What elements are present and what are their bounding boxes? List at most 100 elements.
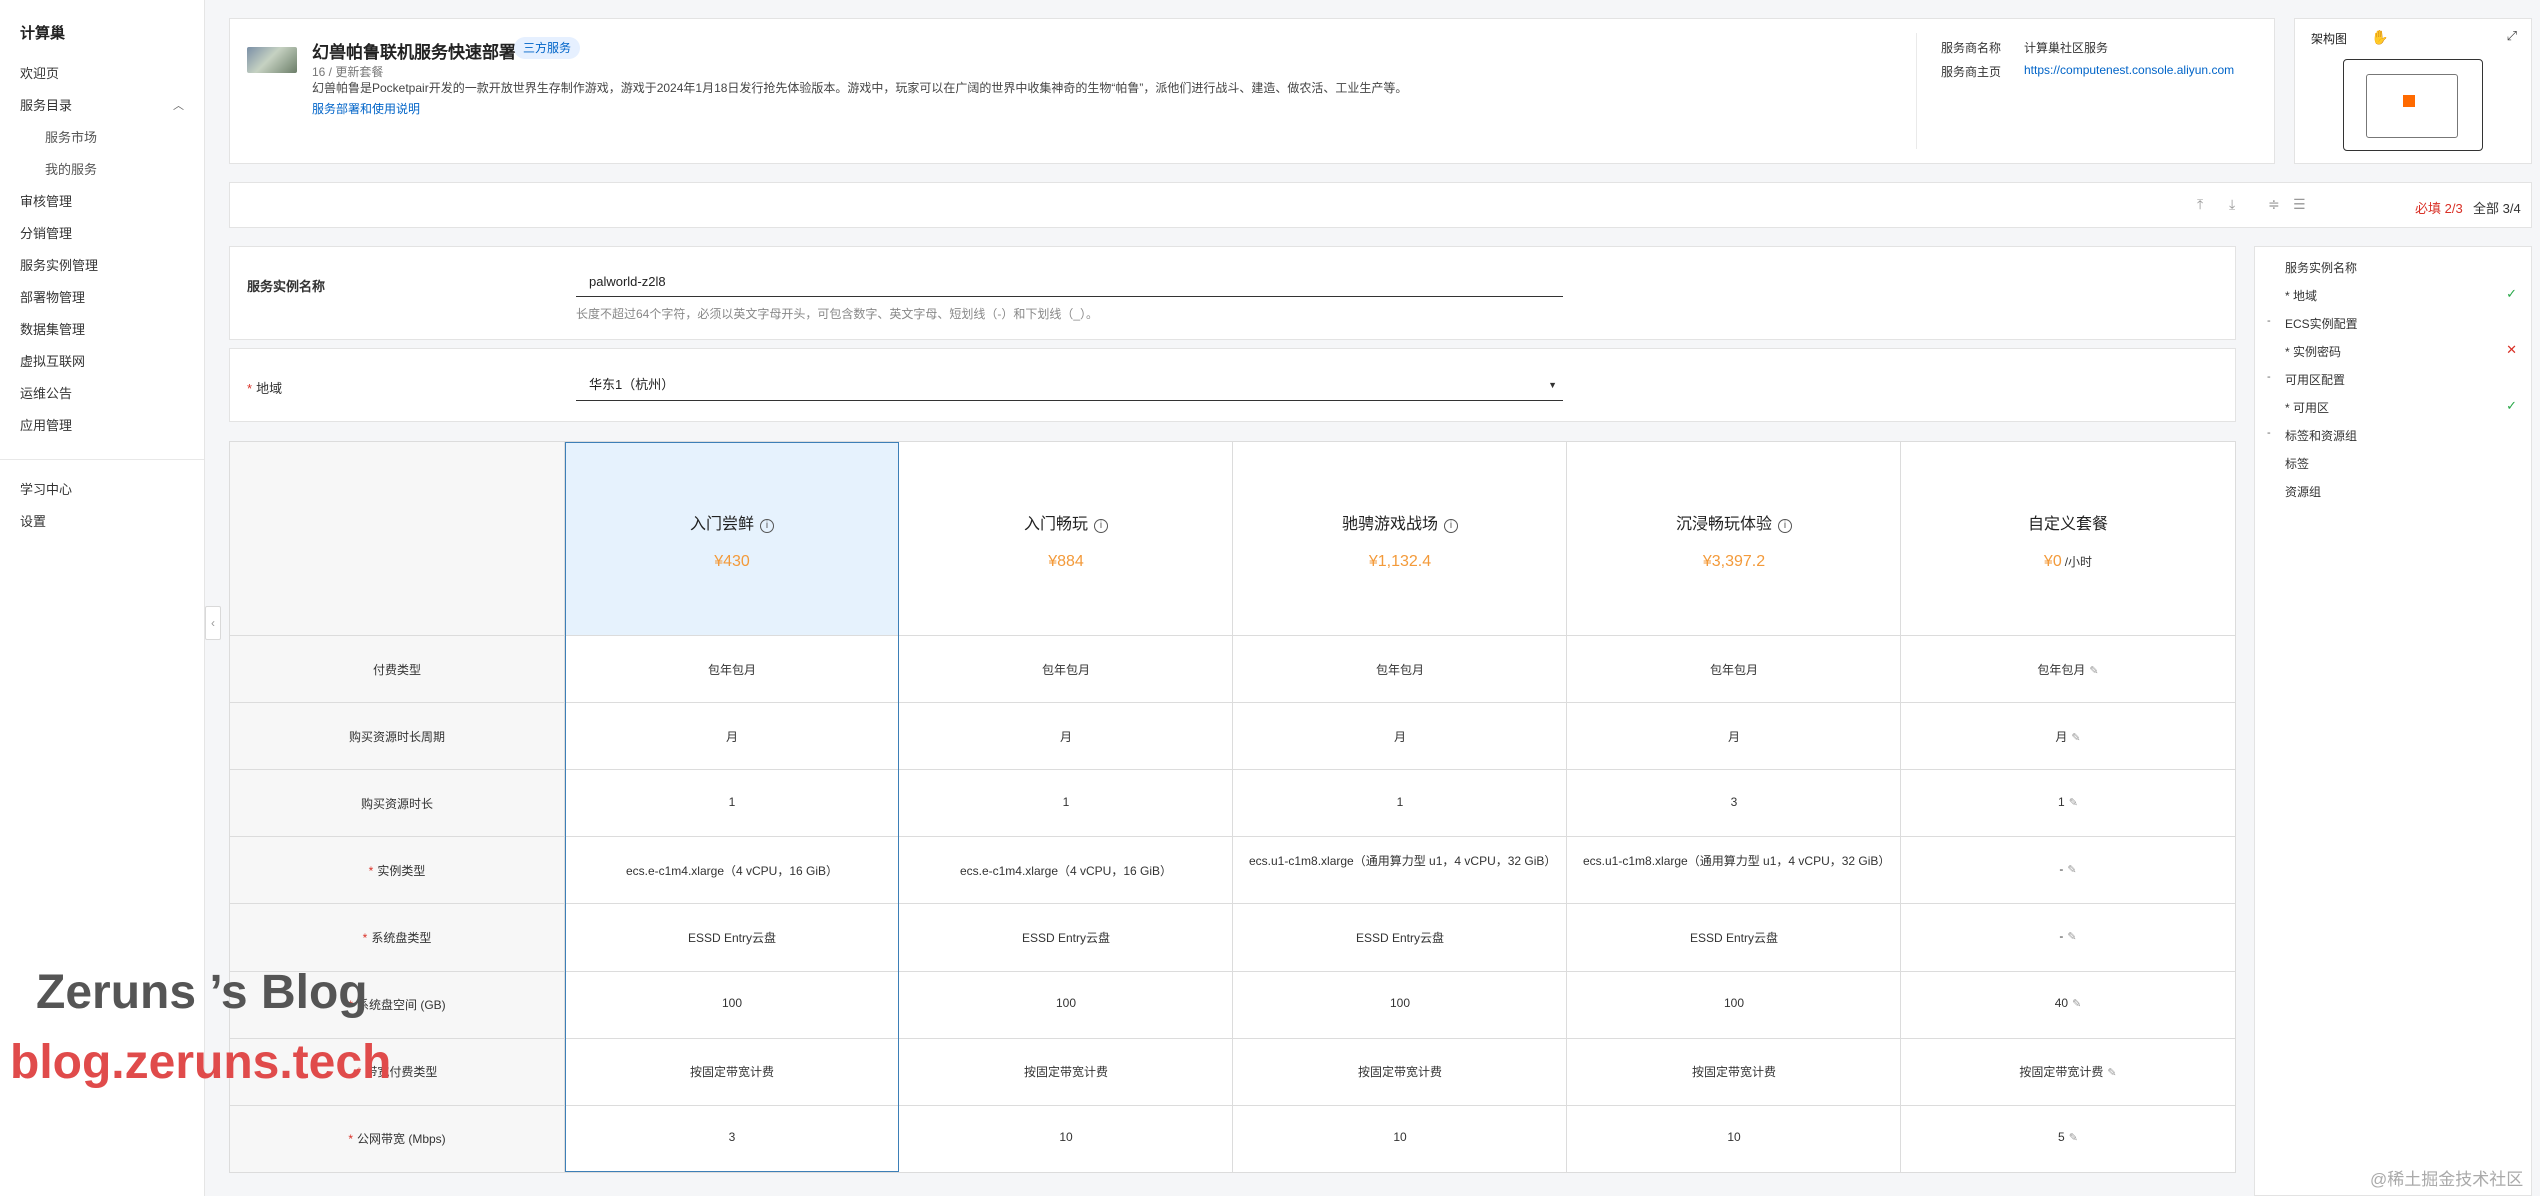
plan-cell: 包年包月	[1233, 661, 1567, 678]
sidebar-collapse-button[interactable]: ‹	[205, 606, 221, 640]
sidebar-item-distribution[interactable]: 分销管理	[0, 218, 204, 250]
sidebar-item-settings[interactable]: 设置	[0, 506, 204, 538]
row-label: * 实例类型	[230, 862, 564, 879]
plan-cell-value: 月	[725, 729, 738, 744]
plan-cell: 3	[565, 1130, 899, 1144]
provider-label: 服务商名称	[1941, 41, 2002, 55]
edit-icon[interactable]: ✎	[2067, 930, 2076, 943]
plan-cell-value: 按固定带宽计费	[1357, 1065, 1442, 1080]
row-label-text: 公网带宽 (Mbps)	[357, 1132, 446, 1147]
outline-item[interactable]: 资源组	[2285, 483, 2321, 500]
plan-cell: 100	[1233, 996, 1567, 1010]
plan-cell: ecs.e-c1m4.xlarge（4 vCPU，16 GiB）	[899, 862, 1233, 879]
plan-option-5[interactable]: 自定义套餐 ¥0/小时	[1901, 442, 2235, 635]
outline-item[interactable]: 标签	[2285, 455, 2309, 472]
plan-cell-value: 1	[1396, 794, 1404, 809]
instance-name-input[interactable]: palworld-z2l8	[576, 267, 1563, 297]
plan-option-2[interactable]: 入门畅玩 i ¥884	[899, 442, 1233, 635]
edit-icon[interactable]: ✎	[2107, 1066, 2116, 1079]
service-docs-link[interactable]: 服务部署和使用说明	[312, 100, 420, 117]
plan-cell[interactable]: 按固定带宽计费 ✎	[1901, 1063, 2235, 1080]
sidebar-divider	[0, 459, 204, 460]
plan-cell-value: 月	[1393, 729, 1406, 744]
plan-cell[interactable]: 5 ✎	[1901, 1130, 2235, 1144]
plan-cell-value: ESSD Entry云盘	[1355, 930, 1445, 945]
plan-cell[interactable]: - ✎	[1901, 862, 2235, 876]
sidebar-item-virtual-network[interactable]: 虚拟互联网	[0, 346, 204, 378]
plan-cell-value: 1	[728, 794, 736, 809]
row-label: 付费类型	[230, 661, 564, 678]
sidebar-item-datasets[interactable]: 数据集管理	[0, 314, 204, 346]
plan-cell[interactable]: 40 ✎	[1901, 996, 2235, 1010]
sidebar-item-ops-notice[interactable]: 运维公告	[0, 378, 204, 410]
plan-cell[interactable]: 月 ✎	[1901, 728, 2235, 745]
sidebar-item-app-management[interactable]: 应用管理	[0, 410, 204, 442]
info-icon[interactable]: i	[1444, 519, 1458, 533]
required-progress: 必填 2/3	[2415, 198, 2463, 217]
plan-price-value: ¥1,132.4	[1368, 553, 1432, 570]
outline-item[interactable]: * 可用区	[2285, 399, 2329, 416]
outline-item[interactable]: 标签和资源组	[2285, 427, 2357, 444]
plan-option-4[interactable]: 沉浸畅玩体验 i ¥3,397.2	[1567, 442, 1901, 635]
region-select[interactable]: 华东1（杭州） ▼	[576, 369, 1563, 401]
plan-cell-value: -	[2059, 928, 2064, 943]
edit-icon[interactable]: ✎	[2089, 664, 2098, 677]
form-outline-nav: 服务实例名称 * 地域 ✓ - ECS实例配置 * 实例密码 ✕ - 可用区配置 * 可用区 ✓ - 标…	[2254, 246, 2532, 1196]
info-icon[interactable]: i	[760, 519, 774, 533]
sidebar-item-service-market[interactable]: 服务市场	[0, 122, 204, 154]
architecture-title: 架构图	[2311, 32, 2348, 46]
form-toolbar: ⤒ ⤓ ≑ ☰ 必填 2/3 全部 3/4	[229, 182, 2532, 228]
outline-item[interactable]: ECS实例配置	[2285, 315, 2358, 332]
plan-option-3[interactable]: 驰骋游戏战场 i ¥1,132.4	[1233, 442, 1567, 635]
table-column-divider	[1566, 442, 1567, 1172]
edit-icon[interactable]: ✎	[2069, 796, 2078, 809]
table-row-divider	[230, 769, 2235, 771]
sidebar-item-my-services[interactable]: 我的服务	[0, 154, 204, 186]
edit-icon[interactable]: ✎	[2071, 731, 2080, 744]
outline-item[interactable]: 服务实例名称	[2285, 259, 2357, 276]
sidebar-item-service-catalog[interactable]: 服务目录 ︿	[0, 90, 204, 122]
sidebar-item-review[interactable]: 审核管理	[0, 186, 204, 218]
info-icon[interactable]: i	[1094, 519, 1108, 533]
error-x-icon: ✕	[2506, 342, 2517, 357]
row-label: * 公网带宽 (Mbps)	[230, 1130, 564, 1147]
edit-icon[interactable]: ✎	[2072, 997, 2081, 1010]
scroll-bottom-icon[interactable]: ⤓	[2229, 196, 2235, 213]
plan-cell[interactable]: 包年包月 ✎	[1901, 661, 2235, 678]
outline-item[interactable]: * 地域	[2285, 287, 2317, 304]
edit-icon[interactable]: ✎	[2069, 1131, 2078, 1144]
sidebar-item-artifacts[interactable]: 部署物管理	[0, 282, 204, 314]
collapse-toggle-icon[interactable]: -	[2267, 427, 2271, 439]
sidebar-item-learning[interactable]: 学习中心	[0, 474, 204, 506]
plan-cell-value: ESSD Entry云盘	[1021, 930, 1111, 945]
info-icon[interactable]: i	[1778, 519, 1792, 533]
plan-cell: ecs.u1-c1m8.xlarge（通用算力型 u1，4 vCPU，32 Gi…	[1233, 852, 1567, 870]
plan-cell[interactable]: 1 ✎	[1901, 795, 2235, 809]
chevron-up-icon[interactable]: ︿	[173, 90, 184, 122]
region-label: * 地域	[247, 378, 282, 397]
plan-price: ¥884	[899, 553, 1233, 571]
collapse-all-icon[interactable]: ≑	[2268, 196, 2280, 213]
plan-option-1[interactable]: 入门尝鲜 i ¥430	[565, 442, 899, 635]
plan-cell-value: -	[2059, 861, 2064, 876]
list-view-icon[interactable]: ☰	[2293, 196, 2306, 213]
outline-item[interactable]: 可用区配置	[2285, 371, 2345, 388]
collapse-toggle-icon[interactable]: -	[2267, 315, 2271, 327]
plan-cell: 按固定带宽计费	[565, 1063, 899, 1080]
expand-icon[interactable]: ⤢	[2507, 28, 2517, 44]
plan-cell-value: ecs.u1-c1m8.xlarge（通用算力型 u1，4 vCPU，32 Gi…	[1249, 853, 1557, 868]
homepage-link[interactable]: https://computenest.console.aliyun.com	[2024, 63, 2234, 77]
all-progress: 全部 3/4	[2473, 198, 2521, 217]
hand-pan-icon[interactable]: ✋	[2371, 29, 2388, 46]
architecture-diagram[interactable]	[2343, 59, 2483, 151]
outline-item[interactable]: * 实例密码	[2285, 343, 2341, 360]
plan-price-unit: /小时	[2064, 555, 2093, 569]
collapse-toggle-icon[interactable]: -	[2267, 371, 2271, 383]
scroll-top-icon[interactable]: ⤒	[2197, 196, 2203, 213]
sidebar-item-instances[interactable]: 服务实例管理	[0, 250, 204, 282]
sidebar-item-welcome[interactable]: 欢迎页	[0, 58, 204, 90]
edit-icon[interactable]: ✎	[2067, 863, 2076, 876]
required-asterisk: *	[368, 863, 374, 878]
caret-down-icon: ▼	[1548, 380, 1557, 390]
plan-cell[interactable]: - ✎	[1901, 929, 2235, 943]
